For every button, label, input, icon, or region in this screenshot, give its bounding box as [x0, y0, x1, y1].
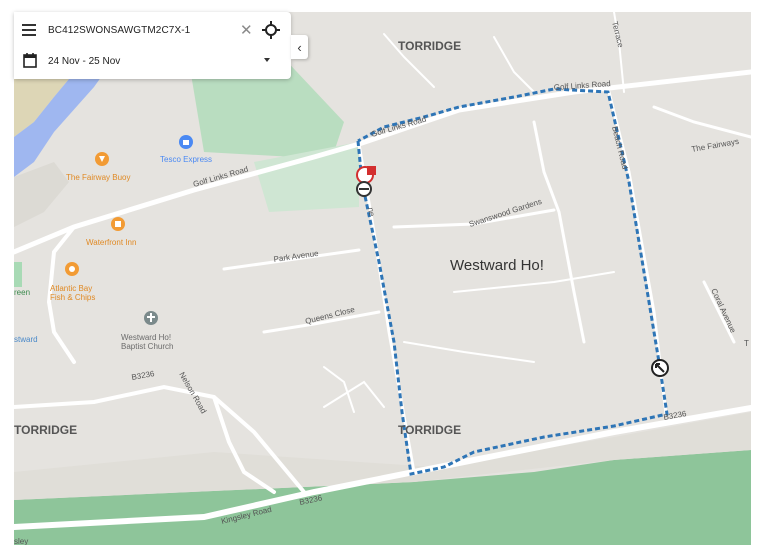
date-range-row[interactable]: 24 Nov - 25 Nov: [14, 45, 291, 77]
poi-waterfront-inn[interactable]: [111, 217, 125, 231]
chevron-left-icon: ‹: [297, 39, 302, 55]
green-area: [14, 262, 22, 287]
poi-label: The Fairway Buoy: [66, 173, 130, 182]
area-label: TORRIDGE: [398, 423, 461, 437]
poi-label: Waterfront Inn: [86, 238, 136, 247]
date-range-select[interactable]: 24 Nov - 25 Nov: [48, 56, 120, 67]
poi-tesco[interactable]: [179, 135, 193, 149]
menu-icon[interactable]: [22, 24, 36, 36]
poi-baptist-church[interactable]: [144, 311, 158, 325]
calendar-icon[interactable]: [23, 53, 37, 68]
poi-label: Baptist Church: [121, 342, 173, 351]
vehicle-id-input[interactable]: BC412SWONSAWGTM2C7X-1: [48, 25, 190, 36]
town-label: Westward Ho!: [450, 257, 544, 274]
crosshair-icon[interactable]: [262, 21, 280, 39]
poi-label: Tesco Express: [160, 155, 212, 164]
route-end-marker[interactable]: [651, 359, 669, 377]
map-view[interactable]: TORRIDGE TORRIDGE TORRIDGE Westward Ho! …: [14, 12, 751, 545]
poi-label: Fish & Chips: [50, 293, 95, 302]
place-label: T: [744, 339, 749, 348]
vehicle-search-row: BC412SWONSAWGTM2C7X-1 ✕: [14, 14, 291, 46]
chevron-down-icon[interactable]: [264, 58, 270, 62]
poi-label: Westward Ho!: [121, 333, 171, 342]
poi-label: Atlantic Bay: [50, 284, 92, 293]
close-icon[interactable]: ✕: [240, 23, 253, 38]
vehicle-filter-panel: BC412SWONSAWGTM2C7X-1 ✕ 24 Nov - 25 Nov: [14, 12, 291, 79]
poi-fairway-buoy[interactable]: [95, 152, 109, 166]
street-label: sley: [14, 537, 28, 545]
place-label: stward: [14, 335, 38, 344]
collapse-panel-button[interactable]: ‹: [291, 35, 308, 59]
area-label: TORRIDGE: [398, 39, 461, 53]
area-label: TORRIDGE: [14, 423, 77, 437]
poi-atlantic-bay[interactable]: [65, 262, 79, 276]
place-label: reen: [14, 288, 30, 297]
